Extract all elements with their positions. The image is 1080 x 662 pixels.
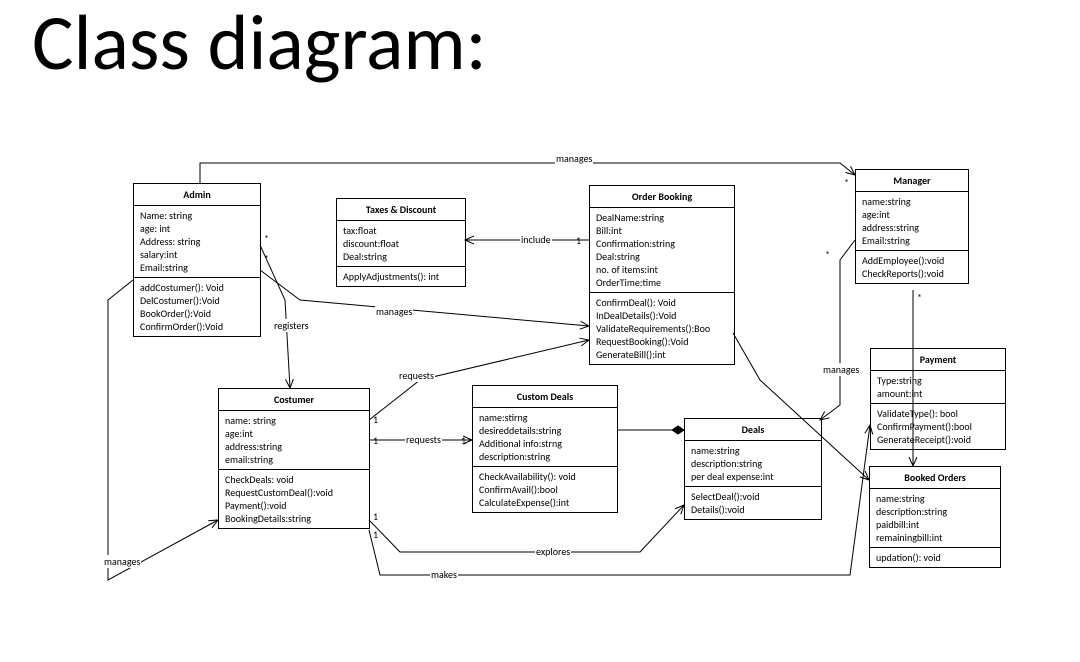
class-booked-attrs: name:string description:string paidbill:… xyxy=(870,489,1000,548)
class-manager-name: Manager xyxy=(856,170,968,192)
class-admin-ops: addCostumer(): Void DelCostumer():Void B… xyxy=(134,278,260,336)
rel-manages-left: manages xyxy=(103,555,141,568)
mult-admin-star-top: * xyxy=(264,232,269,245)
class-order-name: Order Booking xyxy=(590,186,734,208)
rel-requests-up: requests xyxy=(398,369,435,382)
mult-cost-one-b: 1 xyxy=(373,434,378,447)
page-title: Class diagram: xyxy=(32,0,487,90)
class-costumer-name: Costumer xyxy=(219,389,369,411)
rel-requests-mid: requests xyxy=(405,433,442,446)
class-custom: Custom Deals name:stirng desireddetails:… xyxy=(472,385,618,513)
class-taxes-attrs: tax:float discount:float Deal:string xyxy=(337,221,465,267)
class-payment-ops: ValidateType(): bool ConfirmPayment():bo… xyxy=(871,404,1005,449)
class-payment-attrs: Type:string amount:int xyxy=(871,371,1005,404)
class-admin: Admin Name: string age: int Address: str… xyxy=(133,183,261,337)
class-order-ops: ConfirmDeal(): Void InDealDetails():Void… xyxy=(590,293,734,364)
class-admin-attrs: Name: string age: int Address: string sa… xyxy=(134,206,260,278)
class-deals-attrs: name:string description:string per deal … xyxy=(685,441,821,487)
rel-include: include xyxy=(520,233,552,246)
class-custom-attrs: name:stirng desireddetails:string Additi… xyxy=(473,408,617,467)
mult-order-one: 1 xyxy=(576,234,581,247)
class-taxes-ops: ApplyAdjustments(): int xyxy=(337,267,465,286)
rel-manages-top: manages xyxy=(555,152,593,165)
rel-manages-mid: manages xyxy=(375,305,413,318)
rel-makes: makes xyxy=(430,568,458,581)
mult-manager-star2: * xyxy=(917,291,922,304)
class-manager: Manager name:string age:int address:stri… xyxy=(855,169,969,284)
rel-manages-right: manages xyxy=(822,363,860,376)
class-taxes-name: Taxes & Discount xyxy=(337,199,465,221)
class-custom-ops: CheckAvailability(): void ConfirmAvail()… xyxy=(473,467,617,512)
class-deals-name: Deals xyxy=(685,419,821,441)
class-manager-ops: AddEmployee():void CheckReports():void xyxy=(856,251,968,283)
class-deals-ops: SelectDeal():void Details():void xyxy=(685,487,821,519)
class-custom-name: Custom Deals xyxy=(473,386,617,408)
class-costumer-ops: CheckDeals: void RequestCustomDeal():voi… xyxy=(219,470,369,528)
mult-deals-star: * xyxy=(825,248,830,261)
mult-custom-one: 1 xyxy=(461,434,466,447)
mult-manager-star: * xyxy=(844,176,849,189)
class-payment: Payment Type:string amount:int ValidateT… xyxy=(870,348,1006,450)
class-booked: Booked Orders name:string description:st… xyxy=(869,466,1001,568)
class-costumer: Costumer name: string age:int address:st… xyxy=(218,388,370,529)
class-taxes: Taxes & Discount tax:float discount:floa… xyxy=(336,198,466,287)
mult-admin-star-mid: * xyxy=(264,252,269,265)
class-order: Order Booking DealName:string Bill:int C… xyxy=(589,185,735,365)
class-payment-name: Payment xyxy=(871,349,1005,371)
mult-cost-one-c: 1 xyxy=(373,510,378,523)
rel-explores: explores xyxy=(535,545,571,558)
rel-registers: registers xyxy=(273,319,310,332)
class-order-attrs: DealName:string Bill:int Confirmation:st… xyxy=(590,208,734,293)
class-deals: Deals name:string description:string per… xyxy=(684,418,822,520)
class-booked-ops: updation(): void xyxy=(870,548,1000,567)
class-admin-name: Admin xyxy=(134,184,260,206)
mult-cost-one-a: 1 xyxy=(373,413,378,426)
class-costumer-attrs: name: string age:int address:string emai… xyxy=(219,411,369,470)
class-manager-attrs: name:string age:int address:string Email… xyxy=(856,192,968,251)
mult-cost-one-d: 1 xyxy=(373,528,378,541)
class-booked-name: Booked Orders xyxy=(870,467,1000,489)
